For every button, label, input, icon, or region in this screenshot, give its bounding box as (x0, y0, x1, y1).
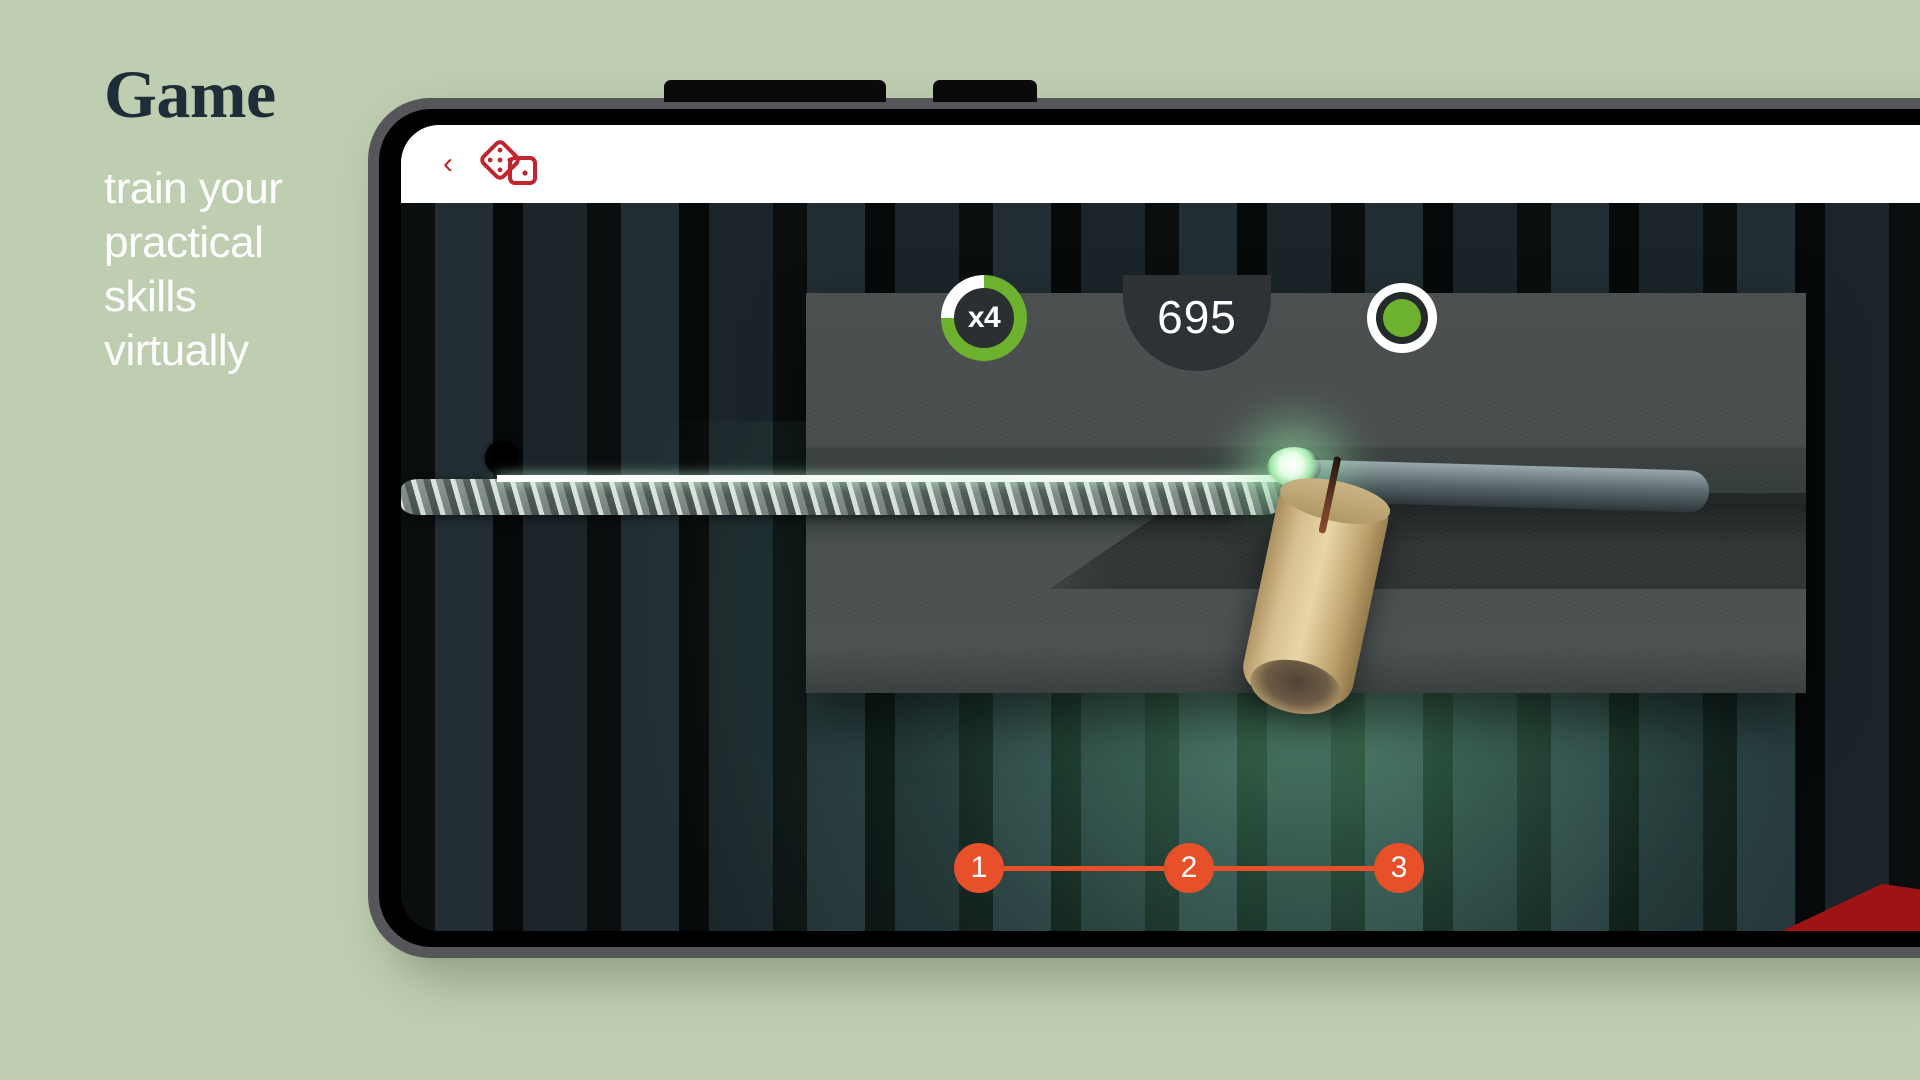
multiplier-gauge[interactable]: x4 (941, 275, 1027, 361)
weld-guide-line (497, 475, 1317, 482)
phone-screen: ‹ x4 695 1 2 3 (401, 125, 1920, 931)
promo-subtitle-line: skills (104, 272, 197, 322)
promo-subtitle-line: train your (104, 164, 283, 213)
score-value: 695 (1157, 291, 1237, 343)
step-2[interactable]: 2 (1164, 843, 1214, 893)
step-connector (1214, 865, 1374, 871)
step-connector (1004, 865, 1164, 871)
step-1[interactable]: 1 (954, 843, 1004, 893)
promo-subtitle-line: practical (104, 218, 264, 268)
promo-panel: Game train your practical skills virtual… (104, 60, 404, 378)
phone-bezel: ‹ x4 695 1 2 3 (379, 109, 1920, 947)
dice-logo-icon[interactable] (477, 138, 539, 190)
page-title: Game (104, 56, 276, 132)
weld-bead (401, 479, 1281, 515)
power-button[interactable] (933, 80, 1037, 102)
back-icon[interactable]: ‹ (437, 146, 459, 182)
multiplier-label: x4 (967, 301, 1001, 334)
status-indicator-dot (1383, 299, 1421, 337)
arc-status-indicator[interactable] (1367, 283, 1437, 353)
game-canvas[interactable]: x4 695 1 2 3 (401, 203, 1920, 931)
phone-mockup: ‹ x4 695 1 2 3 (368, 80, 1920, 958)
step-progress: 1 2 3 (401, 843, 1920, 893)
step-3[interactable]: 3 (1374, 843, 1424, 893)
front-camera-icon (485, 441, 519, 475)
promo-subtitle-line: virtually (104, 326, 249, 376)
promo-subtitle: train your practical skills virtually (104, 162, 404, 378)
volume-rocker-button[interactable] (664, 80, 886, 102)
app-bar: ‹ (401, 125, 1920, 203)
